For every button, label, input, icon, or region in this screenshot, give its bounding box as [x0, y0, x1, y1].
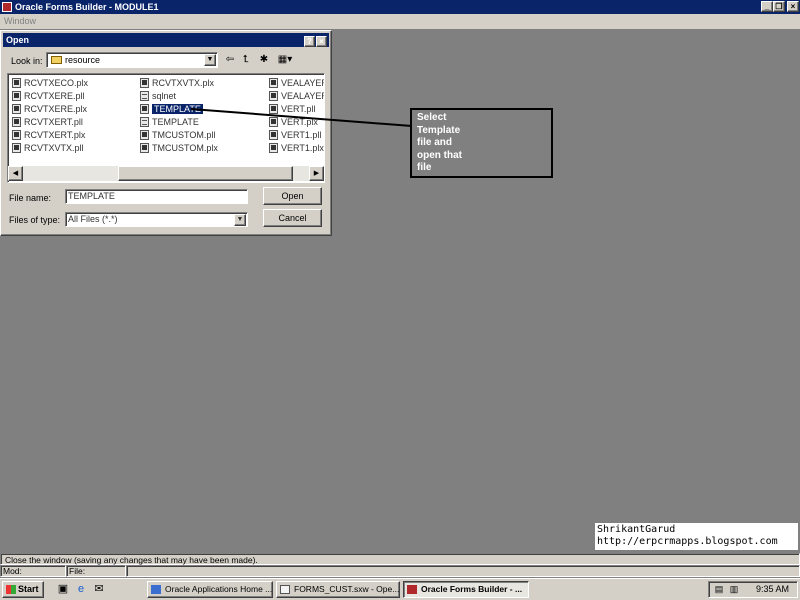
callout-line: file and [417, 137, 453, 148]
internet-explorer-icon[interactable]: e [74, 583, 88, 596]
callout-text: Select Template file and open that file [417, 112, 479, 175]
quick-launch-icon[interactable]: ✉ [92, 583, 106, 596]
oracle-forms-icon [407, 585, 417, 594]
start-button[interactable]: Start [2, 581, 44, 598]
task-label: Oracle Applications Home ... [165, 584, 273, 594]
callout-line: open that [417, 149, 462, 161]
task-label: Oracle Forms Builder - ... [421, 584, 523, 594]
system-tray: ▤ ▥ 9:35 AM [708, 581, 798, 598]
clock[interactable]: 9:35 AM [756, 584, 789, 594]
show-desktop-icon[interactable]: ▣ [56, 583, 70, 596]
task-label: FORMS_CUST.sxw - Ope... [294, 584, 400, 594]
browser-icon [151, 585, 161, 594]
hint-bar: Close the window (saving any changes tha… [0, 553, 800, 565]
callout-line: Select [417, 112, 447, 123]
windows-logo-icon [6, 585, 16, 594]
task-oracle-applications[interactable]: Oracle Applications Home ... [147, 581, 273, 598]
status-bar: Mod: MODULE1 File: MODULE1 [0, 565, 800, 587]
task-forms-cust[interactable]: FORMS_CUST.sxw - Ope... [276, 581, 400, 598]
monitor-icon[interactable]: ▥ [728, 584, 740, 595]
watermark-author: ShrikantGarud [597, 524, 676, 535]
callout-line: Template [417, 124, 461, 136]
watermark-url: http://erpcrmapps.blogspot.com [597, 536, 778, 547]
callout-box: Select Template file and open that file [410, 108, 553, 178]
callout-line: file [417, 162, 432, 173]
status-empty [126, 565, 800, 577]
callout-connector [190, 108, 413, 127]
start-label: Start [18, 584, 39, 594]
status-file: File: MODULE1 [66, 565, 126, 587]
task-oracle-forms-builder[interactable]: Oracle Forms Builder - ... [403, 581, 529, 598]
watermark: ShrikantGarud http://erpcrmapps.blogspot… [595, 523, 798, 550]
document-icon [280, 585, 290, 594]
hint-text: Close the window (saving any changes tha… [5, 555, 258, 565]
status-mod: Mod: MODULE1 [0, 565, 66, 587]
network-icon[interactable]: ▤ [713, 584, 725, 595]
taskbar: Start ▣ e ✉ Oracle Applications Home ...… [0, 578, 800, 600]
